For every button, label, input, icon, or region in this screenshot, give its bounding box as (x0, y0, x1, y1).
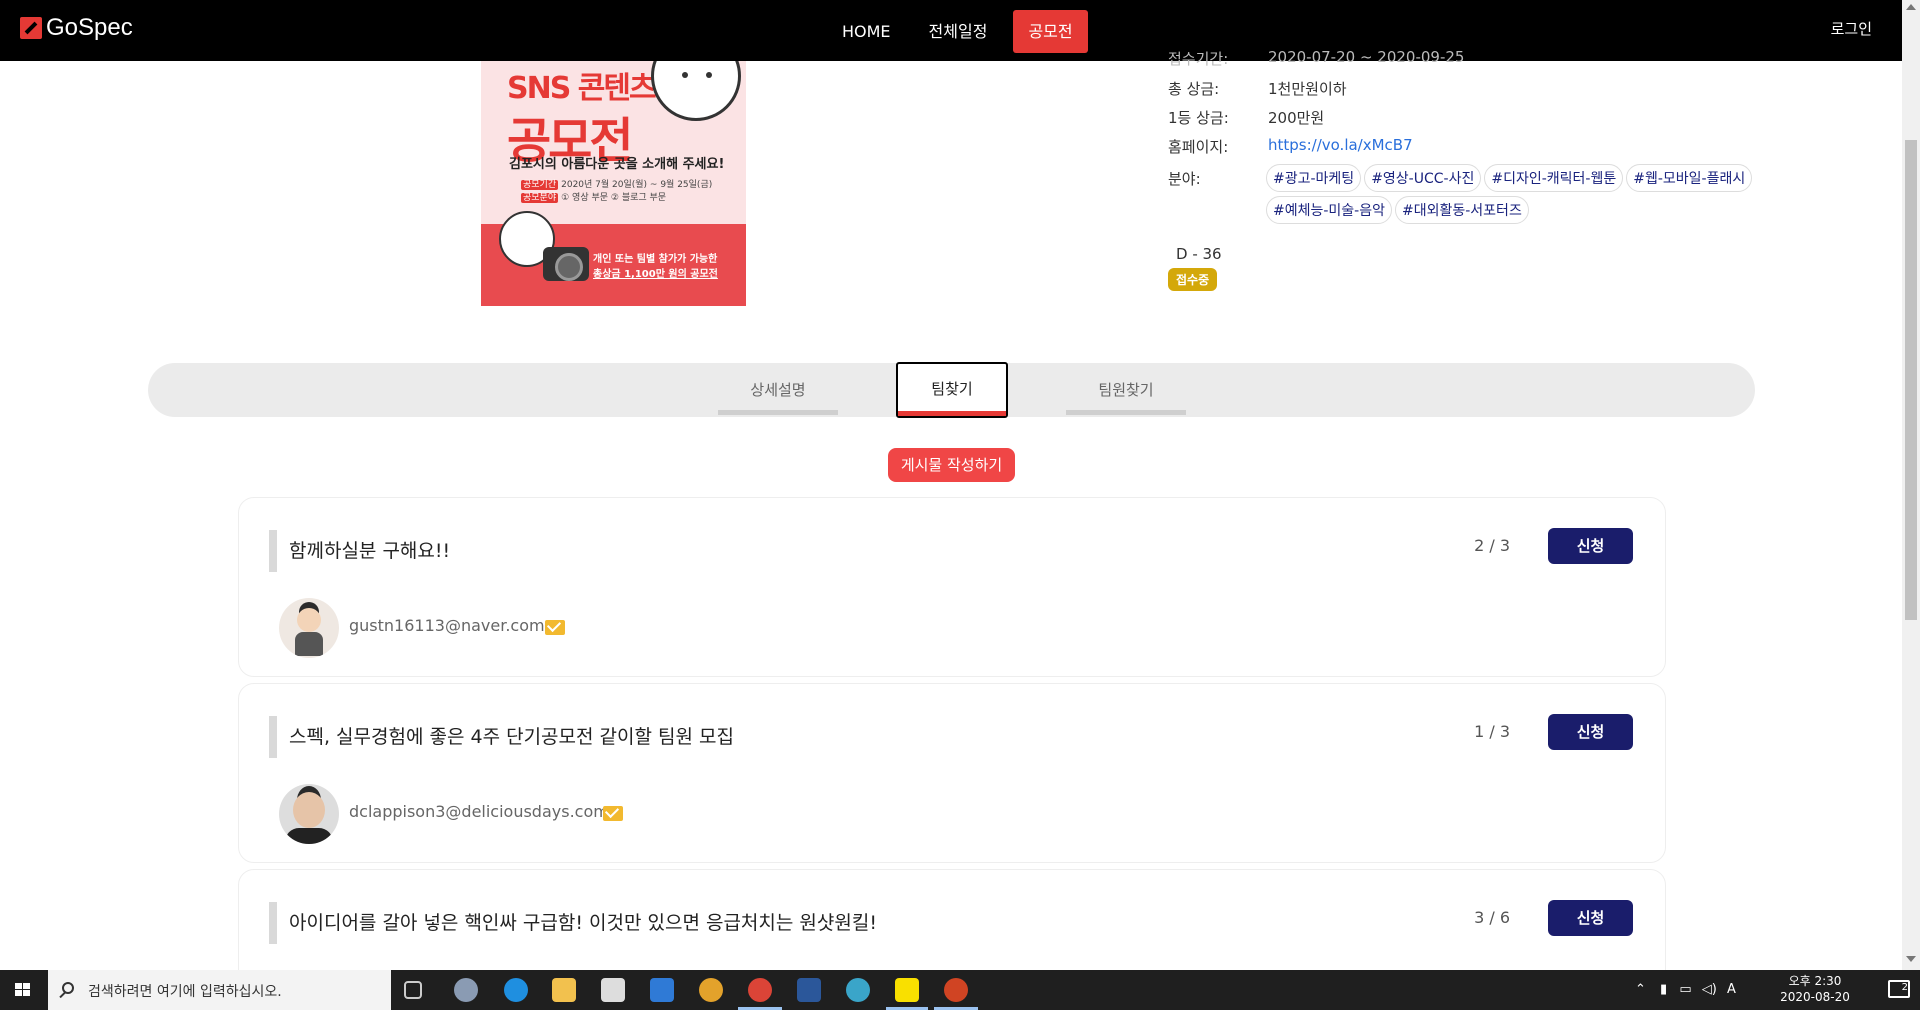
apply-button[interactable]: 신청 (1548, 900, 1633, 936)
nav-contests[interactable]: 공모전 (1013, 10, 1088, 53)
mail-icon[interactable] (545, 620, 565, 635)
mail-app-icon[interactable] (650, 978, 674, 1002)
main-nav: HOME 전체일정 공모전 (830, 10, 1102, 53)
write-post-button[interactable]: 게시물 작성하기 (888, 448, 1015, 482)
author-email: gustn16113@naver.com (349, 616, 545, 635)
detail-value: 1천만원이하 (1268, 80, 1347, 98)
microphone-icon[interactable]: ▮ (1660, 982, 1667, 997)
status-badge: 접수중 (1168, 268, 1218, 291)
tab-find-team[interactable]: 팀찾기 (896, 362, 1008, 418)
tag-design-character-webtoon[interactable]: #디자인-캐릭터-웹툰 (1484, 164, 1624, 192)
chevron-up-icon[interactable]: ⌃ (1635, 982, 1646, 997)
poster-band-line2: 총상금 1,100만 원의 공모전 (593, 269, 718, 280)
poster-info: 공모기간 2020년 7월 20일(월) ~ 9월 25일(금) 공모분야 ① 영상… (521, 179, 712, 205)
tab-find-members[interactable]: 팀원찾기 (1066, 363, 1186, 417)
avatar (279, 598, 339, 658)
post-title[interactable]: 함께하실분 구해요!! (269, 530, 450, 572)
member-count: 2 / 3 (1474, 536, 1510, 555)
detail-label: 분야: (1168, 170, 1201, 188)
poster-field-tag: 공모분야 (521, 193, 559, 203)
scrollbar-thumb[interactable] (1905, 140, 1917, 620)
windows-start-icon[interactable] (0, 970, 46, 1010)
avatar (279, 784, 339, 844)
powerpoint-icon[interactable] (944, 978, 968, 1002)
contest-poster: SNS 콘텐츠 공모전 김포시의 아름다운 곳을 소개해 주세요! 공모기간 20… (481, 61, 746, 306)
store-icon[interactable] (601, 978, 625, 1002)
post-card[interactable]: 스펙, 실무경험에 좋은 4주 단기공모전 같이할 팀원 모집 1 / 3 신청… (238, 683, 1666, 863)
scroll-down-icon[interactable] (1906, 956, 1916, 962)
poster-fields: ① 영상 부문 ② 블로그 부문 (561, 193, 667, 203)
detail-label: 1등 상금: (1168, 109, 1229, 127)
slack-icon[interactable] (699, 978, 723, 1002)
homepage-link[interactable]: https://vo.la/xMcB7 (1268, 136, 1413, 154)
tag-activities-supporters[interactable]: #대외활동-서포터즈 (1395, 196, 1529, 224)
network-icon[interactable]: ▭ (1679, 982, 1691, 997)
tab-underline-active (898, 411, 1006, 416)
nav-schedule[interactable]: 전체일정 (917, 10, 1000, 53)
tab-bar: 상세설명 팀찾기 팀원찾기 (148, 362, 1755, 418)
mascot-illustration (651, 61, 741, 121)
field-tags: #광고-마케팅 #영상-UCC-사진 #디자인-캐릭터-웹툰 #웹-모바일-플래시 #예… (1266, 164, 1826, 228)
volume-icon[interactable]: ◁) (1702, 982, 1717, 997)
notification-count: 2 (1901, 982, 1908, 993)
taskbar-search-input[interactable]: 검색하려면 여기에 입력하십시오. (48, 970, 391, 1010)
top-nav: GoSpec HOME 전체일정 공모전 로그인 (0, 0, 1920, 61)
page-scrollbar[interactable] (1902, 0, 1920, 970)
windows-taskbar: 검색하려면 여기에 입력하십시오. ⌃ ▮ ▭ ◁) A 오후 2:30 202… (0, 970, 1920, 1010)
tag-video-ucc-photo[interactable]: #영상-UCC-사진 (1364, 164, 1482, 192)
post-title[interactable]: 아이디어를 갈아 넣은 핵인싸 구급함! 이것만 있으면 응급처치는 원샷원킬! (269, 902, 877, 944)
tag-web-mobile-flash[interactable]: #웹-모바일-플래시 (1626, 164, 1753, 192)
file-explorer-icon[interactable] (552, 978, 576, 1002)
clock-time: 오후 2:30 (1788, 974, 1842, 988)
detail-label: 총 상금: (1168, 80, 1220, 98)
poster-period-tag: 공모기간 (521, 180, 559, 190)
poster-period: 2020년 7월 20일(월) ~ 9월 25일(금) (561, 180, 713, 190)
search-placeholder: 검색하려면 여기에 입력하십시오. (88, 984, 282, 1000)
member-count: 1 / 3 (1474, 722, 1510, 741)
post-card[interactable]: 함께하실분 구해요!! 2 / 3 신청 gustn16113@naver.co… (238, 497, 1666, 677)
notification-center-icon[interactable]: 2 (1888, 980, 1910, 998)
browser-icon[interactable] (846, 978, 870, 1002)
logo-text: GoSpec (46, 14, 133, 41)
poster-band-line1: 개인 또는 팀별 참가가 가능한 (593, 254, 718, 265)
apply-button[interactable]: 신청 (1548, 714, 1633, 750)
paint-app-icon[interactable] (454, 978, 478, 1002)
chrome-icon[interactable] (748, 978, 772, 1002)
scroll-up-icon[interactable] (1906, 4, 1916, 10)
apply-button[interactable]: 신청 (1548, 528, 1633, 564)
ime-indicator[interactable]: A (1727, 982, 1736, 997)
post-title[interactable]: 스펙, 실무경험에 좋은 4주 단기공모전 같이할 팀원 모집 (269, 716, 734, 758)
camera-illustration (543, 247, 589, 281)
detail-value: 200만원 (1268, 109, 1325, 127)
mail-icon[interactable] (603, 806, 623, 821)
search-icon (62, 982, 74, 994)
kakaotalk-icon[interactable] (895, 978, 919, 1002)
tray-icons[interactable]: ⌃ ▮ ▭ ◁) A (1635, 982, 1745, 998)
task-view-icon[interactable] (404, 981, 422, 999)
taskbar-clock[interactable]: 오후 2:30 2020-08-20 (1765, 973, 1865, 1005)
tab-description[interactable]: 상세설명 (718, 363, 838, 417)
poster-subtitle: 김포시의 아름다운 곳을 소개해 주세요! (509, 157, 725, 172)
edge-browser-icon[interactable] (504, 978, 528, 1002)
member-count: 3 / 6 (1474, 908, 1510, 927)
d-day: D - 36 (1176, 245, 1222, 263)
nav-home[interactable]: HOME (830, 10, 903, 53)
logo-icon (20, 17, 42, 39)
tag-arts-music[interactable]: #예체능-미술-음악 (1266, 196, 1392, 224)
word-icon[interactable] (797, 978, 821, 1002)
login-link[interactable]: 로그인 (1831, 18, 1872, 39)
clock-date: 2020-08-20 (1780, 990, 1850, 1004)
tag-ad-marketing[interactable]: #광고-마케팅 (1266, 164, 1362, 192)
tab-underline (718, 410, 838, 415)
gospec-logo[interactable]: GoSpec (20, 14, 133, 42)
detail-label: 홈페이지: (1168, 138, 1229, 156)
author-email: dclappison3@deliciousdays.com (349, 802, 609, 821)
tab-underline (1066, 410, 1186, 415)
